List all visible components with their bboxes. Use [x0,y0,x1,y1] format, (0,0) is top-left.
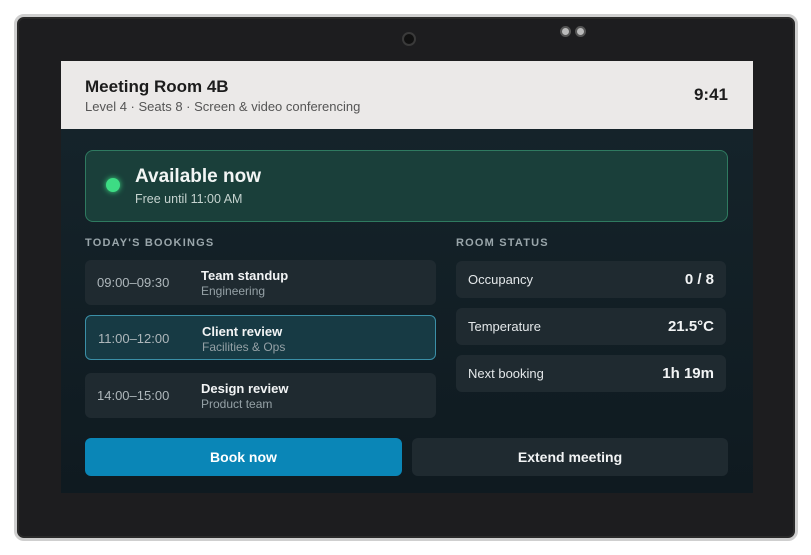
availability-subtitle: Free until 11:00 AM [135,192,243,206]
stat-occupancy: Occupancy 0 / 8 [456,261,726,298]
booking-organizer: Facilities & Ops [202,340,286,354]
status-dot-icon [106,178,120,192]
extend-meeting-button[interactable]: Extend meeting [412,438,728,476]
stat-label: Temperature [468,319,541,334]
room-details: Level 4 · Seats 8 · Screen & video confe… [85,99,361,114]
stat-label: Next booking [468,366,544,381]
sensor-icon [575,26,586,37]
booking-title: Team standup [201,268,289,283]
stat-value: 0 / 8 [684,271,714,288]
booking-time: 11:00–12:00 [98,331,170,346]
book-now-button[interactable]: Book now [85,438,402,476]
stat-temperature: Temperature 21.5°C [456,308,726,345]
room-display-screen: Meeting Room 4B Level 4 · Seats 8 · Scre… [61,61,753,493]
stat-label: Occupancy [468,272,534,287]
sensor-icon [560,26,571,37]
header: Meeting Room 4B Level 4 · Seats 8 · Scre… [61,61,753,129]
camera-icon [402,32,416,46]
booking-organizer: Product team [201,397,273,411]
room-status-section-label: ROOM STATUS [456,237,549,249]
clock: 9:41 [693,85,728,104]
booking-item[interactable]: 09:00–09:30 Team standup Engineering [85,260,436,305]
room-name: Meeting Room 4B [85,77,229,96]
booking-item[interactable]: 14:00–15:00 Design review Product team [85,373,436,418]
stat-next-booking: Next booking 1h 19m [456,355,726,392]
booking-title: Client review [202,324,283,339]
booking-organizer: Engineering [201,284,266,298]
stat-value: 1h 19m [662,365,714,382]
booking-item-current[interactable]: 11:00–12:00 Client review Facilities & O… [85,315,436,360]
bookings-section-label: TODAY'S BOOKINGS [85,237,215,249]
stat-value: 21.5°C [667,318,714,335]
availability-title: Available now [135,166,261,187]
availability-card: Available now Free until 11:00 AM [85,150,728,222]
booking-time: 14:00–15:00 [97,388,170,403]
booking-title: Design review [201,381,289,396]
booking-time: 09:00–09:30 [97,275,170,290]
